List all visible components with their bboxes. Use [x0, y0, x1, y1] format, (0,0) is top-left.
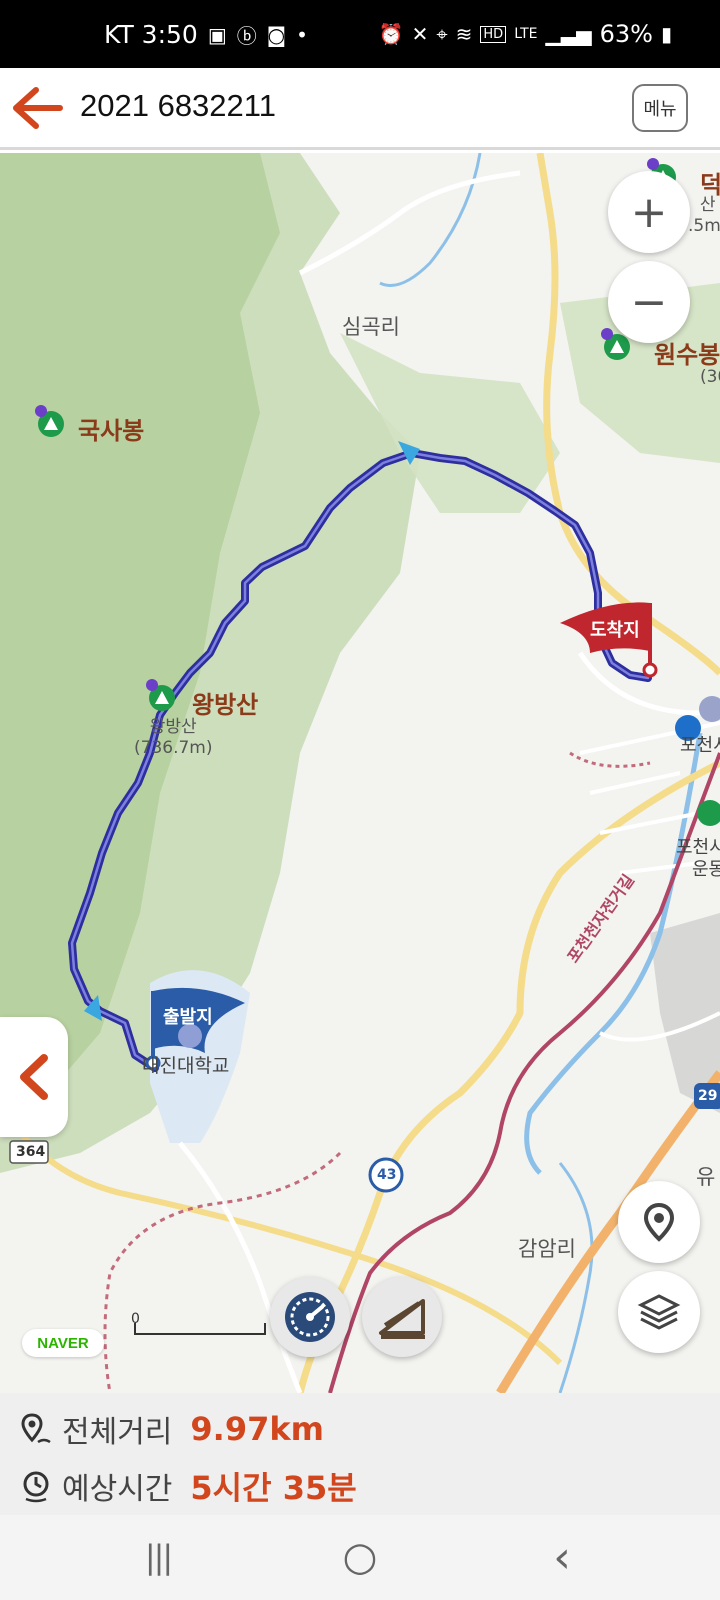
- naver-logo: NAVER: [22, 1329, 104, 1357]
- clock-icon: [23, 1471, 49, 1503]
- peak-detail-wangbangsan: 왕방산 (736.7m): [134, 717, 213, 759]
- battery-percent: 63%: [599, 20, 653, 48]
- chevron-left-icon: [20, 1054, 48, 1100]
- peak-detail-height: (736.7m): [134, 738, 213, 758]
- road-sign-29: 29: [698, 1088, 718, 1104]
- speedometer-button[interactable]: [270, 1277, 350, 1357]
- lte-icon: LTE: [514, 26, 538, 42]
- back-arrow-icon[interactable]: [12, 86, 64, 130]
- trail-dotted-2: [569, 751, 651, 768]
- zoom-in-button[interactable]: +: [608, 171, 690, 253]
- status-left: KT 3:50 ▣ ⓑ ◙ •: [104, 20, 308, 49]
- map-view[interactable]: 심곡리 감암리 유 국사봉 왕방산 왕방산 (736.7m) 원수봉 (30 덕…: [0, 153, 720, 1393]
- distance-value: 9.97km: [190, 1410, 324, 1448]
- speedometer-icon: [285, 1292, 335, 1342]
- scale-bar: [134, 1323, 266, 1335]
- panel-toggle-button[interactable]: [0, 1017, 68, 1137]
- time-value: 5시간 35분: [190, 1469, 357, 1507]
- start-flag-label: 출발지: [163, 1007, 213, 1028]
- system-nav-bar: ||| ○ ‹: [0, 1515, 720, 1600]
- distance-pin-icon: [21, 1413, 51, 1444]
- alarm-icon: ⏰: [378, 22, 404, 46]
- menu-button[interactable]: 메뉴: [632, 84, 688, 132]
- layers-icon: [637, 1294, 681, 1330]
- dot-icon: •: [296, 22, 308, 47]
- end-flag-label: 도착지: [590, 620, 640, 641]
- wifi-icon: ≋: [455, 22, 473, 46]
- peak-detail-deok-name: 산: [699, 195, 716, 215]
- peak-label-wonsubong: 원수봉: [654, 341, 720, 369]
- road-sign-43: 43: [377, 1167, 397, 1183]
- status-bar: KT 3:50 ▣ ⓑ ◙ • ⏰ ✕ ⌖ ≋ HD LTE ▁▃▅ 63% ▮: [0, 0, 720, 68]
- poi-label-university: 대진대학교: [142, 1056, 230, 1077]
- peak-detail-deok-height: .5m): [688, 216, 720, 236]
- home-button[interactable]: ○: [330, 1534, 390, 1580]
- poi-label-sports-2: 운동: [692, 859, 720, 879]
- place-label-gamam: 감암리: [518, 1238, 576, 1261]
- status-right: ⏰ ✕ ⌖ ≋ HD LTE ▁▃▅ 63% ▮: [379, 20, 672, 48]
- time-label: 예상시간: [62, 1472, 173, 1507]
- app-icon: ◙: [266, 22, 287, 47]
- battery-icon: ▮: [660, 22, 672, 46]
- time-row: 예상시간 5시간 35분: [20, 1463, 357, 1509]
- peak-detail-name: 왕방산: [149, 717, 197, 737]
- app-bar: 2021 6832211 메뉴: [0, 68, 720, 150]
- peak-label-guksabong: 국사봉: [78, 417, 145, 445]
- page-title: 2021 6832211: [80, 88, 276, 123]
- route-summary-panel: 전체거리 9.97km 예상시간 5시간 35분: [0, 1393, 720, 1515]
- road-white-3: [178, 1141, 303, 1393]
- elevation-slope-icon: [379, 1299, 425, 1339]
- place-label-yu: 유: [696, 1166, 716, 1189]
- trail-dotted: [103, 1151, 342, 1393]
- mute-icon: ✕: [411, 22, 429, 46]
- distance-row: 전체거리 9.97km: [20, 1407, 324, 1451]
- poi-marker-building[interactable]: [699, 696, 720, 722]
- back-button[interactable]: ‹: [532, 1532, 592, 1583]
- carrier-time: KT 3:50: [104, 20, 198, 49]
- place-label-simgok: 심곡리: [342, 316, 400, 339]
- layers-button[interactable]: [618, 1271, 700, 1353]
- hd-icon: HD: [480, 25, 507, 43]
- elevation-button[interactable]: [362, 1277, 442, 1357]
- signal-icon: ▁▃▅: [545, 22, 592, 46]
- recents-button[interactable]: |||: [128, 1535, 188, 1579]
- road-sign-364: 364: [16, 1144, 46, 1160]
- location-icon: ⌖: [436, 22, 448, 46]
- gallery-icon: ▣: [207, 22, 227, 47]
- poi-label-pocheon: 포천시: [680, 735, 720, 755]
- road-white-2: [577, 651, 701, 716]
- peak-label-wangbangsan: 왕방산: [192, 691, 259, 719]
- my-location-button[interactable]: [618, 1181, 700, 1263]
- location-pin-icon: [643, 1202, 675, 1242]
- zoom-out-button[interactable]: −: [608, 261, 690, 343]
- distance-label: 전체거리: [62, 1415, 173, 1450]
- b-app-icon: ⓑ: [236, 24, 257, 48]
- peak-detail-wonsubong: (30: [700, 367, 720, 387]
- peak-detail-deok: 산 .5m): [688, 195, 720, 237]
